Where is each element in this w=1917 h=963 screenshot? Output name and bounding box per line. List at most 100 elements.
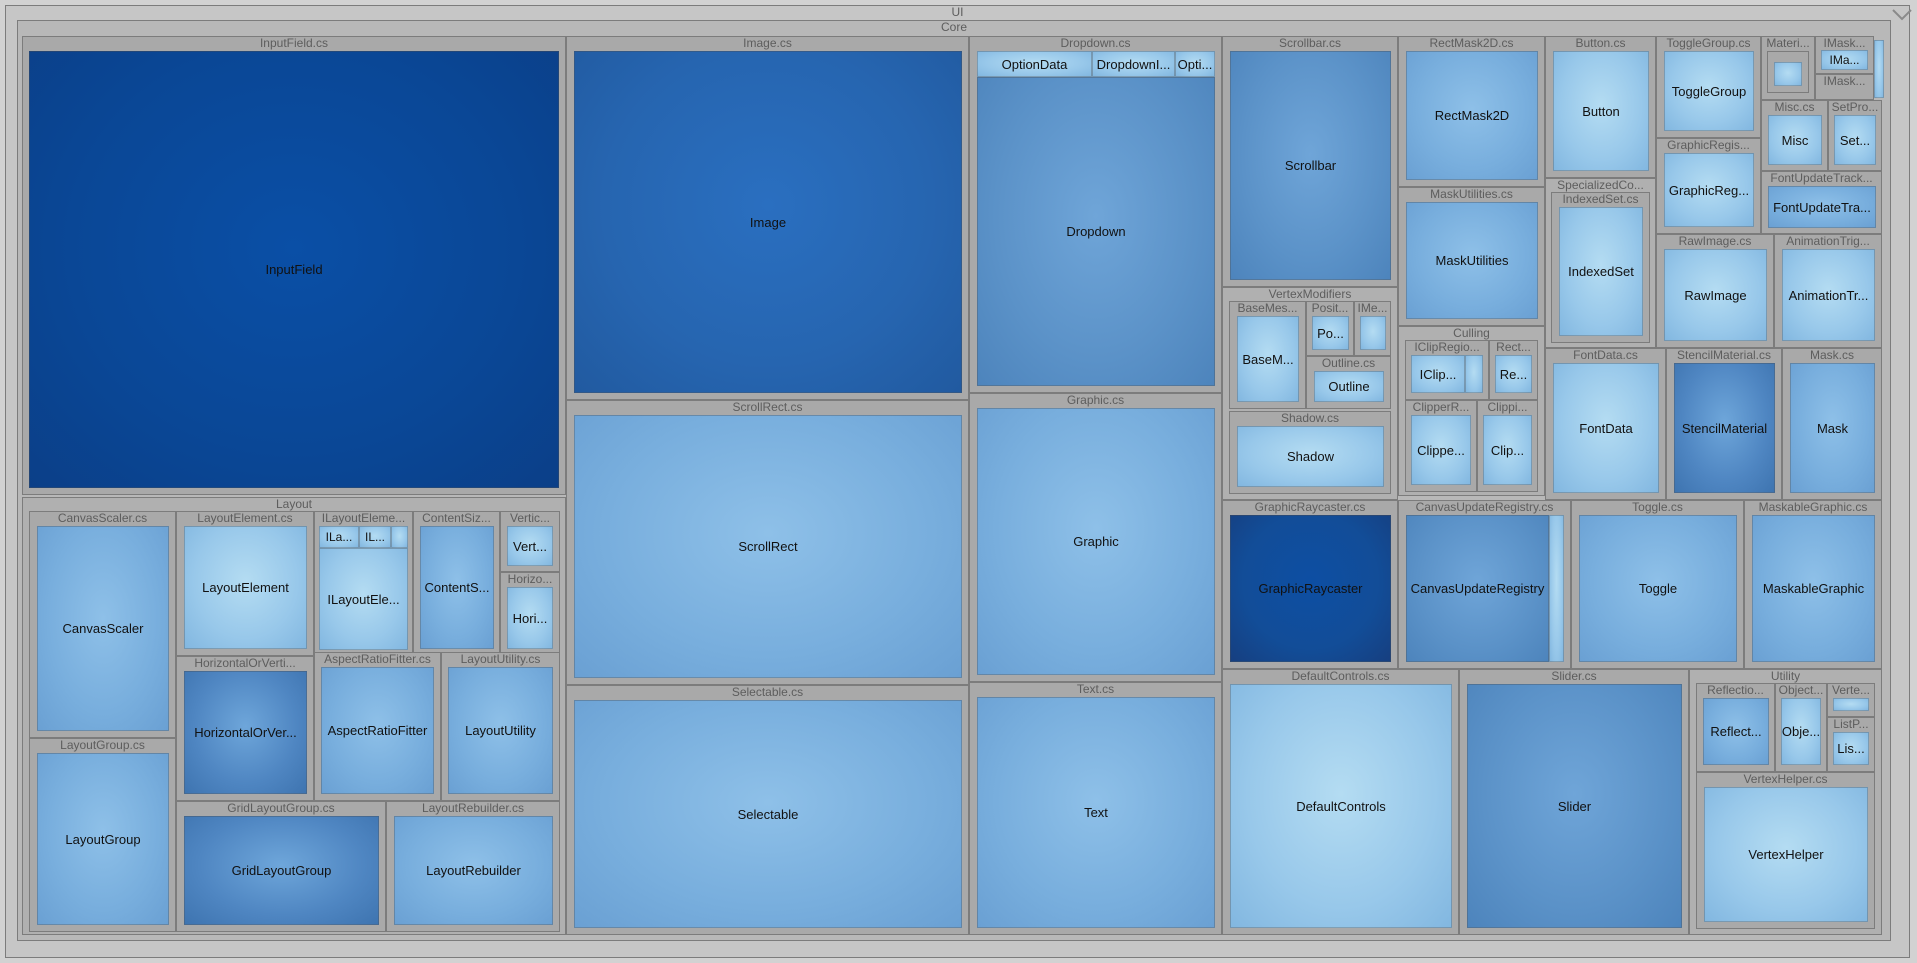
class-rectangularvertexclipper[interactable]: Re...: [1495, 355, 1532, 393]
file-animationtriggers[interactable]: AnimationTrig... AnimationTr...: [1774, 234, 1882, 348]
file-clipping[interactable]: Clippi... Clip...: [1477, 400, 1538, 492]
class-slider[interactable]: Slider: [1467, 684, 1682, 928]
class-optiondata[interactable]: OptionData: [977, 51, 1092, 77]
file-setpropertyutility[interactable]: SetPro... Set...: [1828, 100, 1882, 171]
class-text[interactable]: Text: [977, 697, 1215, 928]
class-canvasscaler[interactable]: CanvasScaler: [37, 526, 169, 731]
class-button[interactable]: Button: [1553, 51, 1649, 171]
file-shadow[interactable]: Shadow.cs Shadow: [1229, 411, 1391, 494]
class-vertexhelper-small[interactable]: [1833, 698, 1869, 711]
class-maskutilities[interactable]: MaskUtilities: [1406, 202, 1538, 319]
file-rectmask2d[interactable]: RectMask2D.cs RectMask2D: [1398, 36, 1545, 187]
class-optiondatalist[interactable]: Opti...: [1175, 51, 1215, 77]
file-button[interactable]: Button.cs Button: [1545, 36, 1656, 178]
file-aspectratiofitter[interactable]: AspectRatioFitter.cs AspectRatioFitter: [314, 652, 441, 801]
class-aspectratiofitter[interactable]: AspectRatioFitter: [321, 667, 434, 794]
file-image[interactable]: Image.cs Image: [566, 36, 969, 400]
class-fontdata[interactable]: FontData: [1553, 363, 1659, 493]
file-maskablegraphic[interactable]: MaskableGraphic.cs MaskableGraphic: [1744, 500, 1882, 669]
file-maskutilities[interactable]: MaskUtilities.cs MaskUtilities: [1398, 187, 1545, 326]
file-defaultcontrols[interactable]: DefaultControls.cs DefaultControls: [1222, 669, 1459, 935]
class-setpropertyutility[interactable]: Set...: [1834, 115, 1876, 165]
class-scrollbar[interactable]: Scrollbar: [1230, 51, 1391, 280]
class-rawimage[interactable]: RawImage: [1664, 249, 1767, 341]
class-canvasupdateregistry-b[interactable]: [1549, 515, 1564, 662]
class-vertexhelper[interactable]: VertexHelper: [1704, 787, 1868, 922]
class-contentsizefitter[interactable]: ContentS...: [420, 526, 494, 649]
class-outline[interactable]: Outline: [1314, 371, 1384, 402]
class-mask[interactable]: Mask: [1790, 363, 1875, 493]
file-inputfield[interactable]: InputField.cs InputField: [22, 36, 566, 495]
file-fontupdatetracker[interactable]: FontUpdateTrack... FontUpdateTra...: [1761, 171, 1882, 234]
file-gridlayoutgroup[interactable]: GridLayoutGroup.cs GridLayoutGroup: [176, 801, 386, 932]
file-vertexhelper-small[interactable]: Verte...: [1827, 683, 1875, 717]
class-ilayoutelement[interactable]: ILayoutEle...: [319, 548, 408, 650]
file-graphic[interactable]: Graphic.cs Graphic: [969, 393, 1222, 682]
class-listpool[interactable]: Lis...: [1833, 732, 1869, 765]
class-dropdownitem[interactable]: DropdownI...: [1092, 51, 1175, 77]
class-layoutgroup[interactable]: LayoutGroup: [37, 753, 169, 925]
class-defaultcontrols[interactable]: DefaultControls: [1230, 684, 1452, 928]
class-shadow[interactable]: Shadow: [1237, 426, 1384, 487]
class-graphic[interactable]: Graphic: [977, 408, 1215, 675]
class-fontupdatetracker[interactable]: FontUpdateTra...: [1768, 186, 1876, 228]
file-scrollrect[interactable]: ScrollRect.cs ScrollRect: [566, 400, 969, 685]
file-basemesheffect[interactable]: BaseMes... BaseM...: [1229, 301, 1306, 409]
class-ilayoutelement-b[interactable]: IL...: [359, 526, 391, 548]
class-toggle[interactable]: Toggle: [1579, 515, 1737, 662]
file-clipperregistry[interactable]: ClipperR... Clippe...: [1405, 400, 1477, 492]
file-indexedset[interactable]: IndexedSet.cs IndexedSet: [1551, 192, 1650, 343]
class-stencilmaterial[interactable]: StencilMaterial: [1674, 363, 1775, 493]
class-reflectionmethods[interactable]: Reflect...: [1703, 698, 1769, 765]
class-maskablegraphic[interactable]: MaskableGraphic: [1752, 515, 1875, 662]
class-imeshmodifier[interactable]: [1360, 316, 1386, 350]
file-selectable[interactable]: Selectable.cs Selectable: [566, 685, 969, 935]
file-text[interactable]: Text.cs Text: [969, 682, 1222, 935]
file-horizontallayoutgroup[interactable]: Horizo... Hori...: [500, 572, 560, 656]
collapse-chevron-icon[interactable]: [1887, 0, 1917, 30]
file-layoututility[interactable]: LayoutUtility.cs LayoutUtility: [441, 652, 560, 801]
class-inputfield[interactable]: InputField: [29, 51, 559, 488]
class-iclipper[interactable]: IClip...: [1411, 355, 1465, 393]
file-horizontalorvertical[interactable]: HorizontalOrVerti... HorizontalOrVer...: [176, 656, 314, 801]
file-ilayoutelement[interactable]: ILayoutEleme... ILa... IL... ILayoutEle.…: [314, 511, 413, 656]
class-ilayoutelement-a[interactable]: ILa...: [319, 526, 359, 548]
file-layoutgroup[interactable]: LayoutGroup.cs LayoutGroup: [29, 738, 176, 932]
file-misc[interactable]: Misc.cs Misc: [1761, 100, 1828, 171]
file-canvasscaler[interactable]: CanvasScaler.cs CanvasScaler: [29, 511, 176, 738]
file-reflectionmethods[interactable]: Reflectio... Reflect...: [1696, 683, 1775, 772]
file-dropdown[interactable]: Dropdown.cs OptionData DropdownI... Opti…: [969, 36, 1222, 393]
class-imaterialmodifier[interactable]: [1774, 62, 1802, 86]
class-rectmask2d[interactable]: RectMask2D: [1406, 51, 1538, 180]
class-positionasuv1[interactable]: Po...: [1312, 316, 1349, 350]
class-imaskable[interactable]: IMa...: [1821, 50, 1868, 70]
file-imaskable[interactable]: IMask... IMa...: [1815, 36, 1874, 74]
class-selectable[interactable]: Selectable: [574, 700, 962, 928]
file-graphicraycaster[interactable]: GraphicRaycaster.cs GraphicRaycaster: [1222, 500, 1398, 669]
file-verticallayoutgroup[interactable]: Vertic... Vert...: [500, 511, 560, 572]
file-rectangularvertexclipper[interactable]: Rect... Re...: [1489, 340, 1538, 400]
file-imeshmodifier[interactable]: IMe...: [1354, 301, 1391, 356]
file-outline[interactable]: Outline.cs Outline: [1306, 356, 1391, 409]
class-narrow-sliver[interactable]: [1874, 40, 1884, 98]
file-layoutrebuilder[interactable]: LayoutRebuilder.cs LayoutRebuilder: [386, 801, 560, 932]
class-gridlayoutgroup[interactable]: GridLayoutGroup: [184, 816, 379, 925]
file-imaskable2[interactable]: IMask...: [1815, 74, 1874, 100]
class-layoutrebuilder[interactable]: LayoutRebuilder: [394, 816, 553, 925]
class-layoututility[interactable]: LayoutUtility: [448, 667, 553, 794]
file-layoutelement[interactable]: LayoutElement.cs LayoutElement: [176, 511, 314, 656]
file-vertexhelper[interactable]: VertexHelper.cs VertexHelper: [1696, 772, 1875, 929]
file-mask[interactable]: Mask.cs Mask: [1782, 348, 1882, 500]
class-animationtriggers[interactable]: AnimationTr...: [1782, 249, 1875, 341]
class-misc[interactable]: Misc: [1768, 115, 1822, 165]
file-slider[interactable]: Slider.cs Slider: [1459, 669, 1689, 935]
class-clipping[interactable]: Clip...: [1483, 415, 1532, 485]
file-contentsizefitter[interactable]: ContentSiz... ContentS...: [413, 511, 500, 656]
file-togglegroup[interactable]: ToggleGroup.cs ToggleGroup: [1656, 36, 1761, 138]
class-dropdown[interactable]: Dropdown: [977, 77, 1215, 386]
file-materialmodifier[interactable]: Materi...: [1761, 36, 1815, 100]
class-scrollrect[interactable]: ScrollRect: [574, 415, 962, 678]
class-basemesheffect[interactable]: BaseM...: [1237, 316, 1299, 402]
file-fontdata[interactable]: FontData.cs FontData: [1545, 348, 1666, 500]
class-horizontallayoutgroup[interactable]: Hori...: [507, 587, 553, 649]
